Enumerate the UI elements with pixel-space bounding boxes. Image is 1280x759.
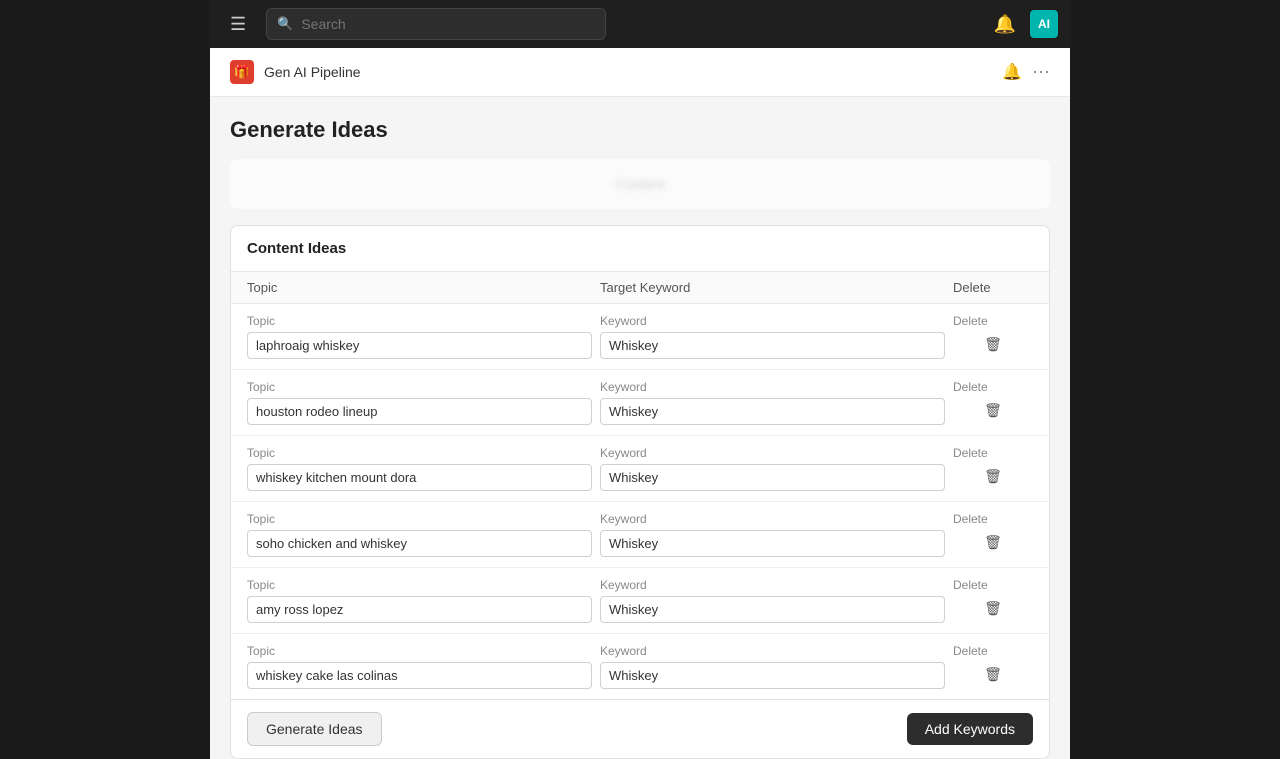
- delete-label: Delete: [953, 644, 988, 658]
- trash-icon: [984, 402, 1002, 420]
- delete-button[interactable]: [980, 662, 1006, 688]
- topic-cell: Topic: [247, 380, 592, 425]
- topic-input[interactable]: [247, 530, 592, 557]
- page-bell-button[interactable]: 🔔: [1002, 62, 1022, 82]
- trash-icon: [984, 336, 1002, 354]
- more-icon: ⋯: [1032, 62, 1050, 82]
- page-bell-icon: 🔔: [1002, 64, 1022, 81]
- trash-icon: [984, 534, 1002, 552]
- page-title: Generate Ideas: [230, 117, 1050, 143]
- hamburger-icon: ☰: [230, 14, 246, 35]
- keyword-cell: Keyword: [600, 644, 945, 689]
- topic-input[interactable]: [247, 662, 592, 689]
- delete-label: Delete: [953, 314, 988, 328]
- content-ideas-card: Content Ideas Topic Target Keyword Delet…: [230, 225, 1050, 759]
- keyword-label: Keyword: [600, 578, 945, 592]
- keyword-cell: Keyword: [600, 446, 945, 491]
- topic-cell: Topic: [247, 512, 592, 557]
- app-icon: 🎁: [230, 60, 254, 84]
- topic-cell: Topic: [247, 578, 592, 623]
- page-header-right: 🔔 ⋯: [1002, 62, 1050, 83]
- table-row: Topic Keyword Delete: [231, 370, 1049, 436]
- trash-icon: [984, 600, 1002, 618]
- keyword-label: Keyword: [600, 446, 945, 460]
- keyword-input[interactable]: [600, 530, 945, 557]
- delete-label: Delete: [953, 380, 988, 394]
- delete-label: Delete: [953, 578, 988, 592]
- search-bar: 🔍: [266, 8, 606, 40]
- main-content: Generate Ideas Content Content Ideas Top…: [210, 97, 1070, 759]
- delete-button[interactable]: [980, 398, 1006, 424]
- footer-bar: Generate Ideas Add Keywords: [231, 699, 1049, 758]
- trash-icon: [984, 666, 1002, 684]
- page-header-left: 🎁 Gen AI Pipeline: [230, 60, 361, 84]
- delete-button[interactable]: [980, 464, 1006, 490]
- column-header-keyword: Target Keyword: [600, 280, 953, 295]
- topic-cell: Topic: [247, 644, 592, 689]
- trash-icon: [984, 468, 1002, 486]
- topic-input[interactable]: [247, 596, 592, 623]
- topic-label: Topic: [247, 314, 592, 328]
- generate-ideas-button[interactable]: Generate Ideas: [247, 712, 382, 746]
- keyword-input[interactable]: [600, 398, 945, 425]
- keyword-input[interactable]: [600, 596, 945, 623]
- keyword-cell: Keyword: [600, 380, 945, 425]
- topic-label: Topic: [247, 578, 592, 592]
- topic-cell: Topic: [247, 314, 592, 359]
- avatar: AI: [1030, 10, 1058, 38]
- keyword-cell: Keyword: [600, 314, 945, 359]
- topic-label: Topic: [247, 380, 592, 394]
- keyword-label: Keyword: [600, 512, 945, 526]
- content-ideas-header: Content Ideas: [231, 226, 1049, 272]
- search-input[interactable]: [301, 16, 595, 32]
- topic-label: Topic: [247, 446, 592, 460]
- keyword-input[interactable]: [600, 464, 945, 491]
- table-row: Topic Keyword Delete: [231, 568, 1049, 634]
- table-row: Topic Keyword Delete: [231, 502, 1049, 568]
- column-header-topic: Topic: [247, 280, 600, 295]
- keyword-label: Keyword: [600, 644, 945, 658]
- faded-content: Content: [615, 176, 664, 192]
- page-more-button[interactable]: ⋯: [1032, 62, 1050, 83]
- topic-cell: Topic: [247, 446, 592, 491]
- page-header: 🎁 Gen AI Pipeline 🔔 ⋯: [210, 48, 1070, 97]
- keyword-input[interactable]: [600, 332, 945, 359]
- table-body: Topic Keyword Delete Topic Keyword: [231, 304, 1049, 699]
- table-row: Topic Keyword Delete: [231, 304, 1049, 370]
- keyword-input[interactable]: [600, 662, 945, 689]
- keyword-label: Keyword: [600, 314, 945, 328]
- delete-label: Delete: [953, 446, 988, 460]
- topic-input[interactable]: [247, 398, 592, 425]
- keyword-cell: Keyword: [600, 512, 945, 557]
- topic-label: Topic: [247, 512, 592, 526]
- faded-top-section: Content: [230, 159, 1050, 209]
- delete-cell: Delete: [953, 512, 1033, 556]
- add-keywords-button[interactable]: Add Keywords: [907, 713, 1033, 745]
- table-row: Topic Keyword Delete: [231, 436, 1049, 502]
- delete-cell: Delete: [953, 446, 1033, 490]
- table-header: Topic Target Keyword Delete: [231, 272, 1049, 304]
- column-header-delete: Delete: [953, 280, 1033, 295]
- delete-button[interactable]: [980, 596, 1006, 622]
- app-name-label: Gen AI Pipeline: [264, 64, 361, 80]
- delete-label: Delete: [953, 512, 988, 526]
- keyword-label: Keyword: [600, 380, 945, 394]
- delete-cell: Delete: [953, 380, 1033, 424]
- delete-button[interactable]: [980, 332, 1006, 358]
- topic-label: Topic: [247, 644, 592, 658]
- hamburger-button[interactable]: ☰: [222, 10, 254, 39]
- delete-cell: Delete: [953, 578, 1033, 622]
- nav-right: 🔔 AI: [990, 10, 1058, 39]
- bell-icon: 🔔: [994, 14, 1016, 34]
- topic-input[interactable]: [247, 332, 592, 359]
- keyword-cell: Keyword: [600, 578, 945, 623]
- delete-cell: Delete: [953, 314, 1033, 358]
- search-icon: 🔍: [277, 16, 293, 32]
- topic-input[interactable]: [247, 464, 592, 491]
- table-row: Topic Keyword Delete: [231, 634, 1049, 699]
- delete-button[interactable]: [980, 530, 1006, 556]
- delete-cell: Delete: [953, 644, 1033, 688]
- notification-bell-button[interactable]: 🔔: [990, 10, 1020, 39]
- top-navigation: ☰ 🔍 🔔 AI: [210, 0, 1070, 48]
